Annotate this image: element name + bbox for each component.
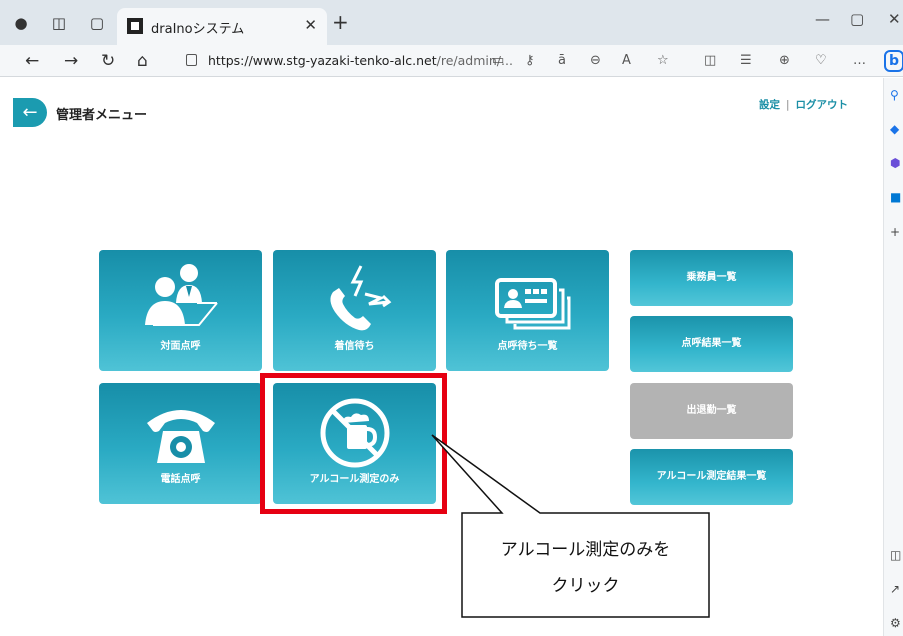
callout-balloon	[431, 434, 710, 618]
callout-line-1: アルコール測定のみを	[500, 540, 671, 560]
screen: ● ◫ ▢ draInoシステム ✕ + — ▢ ✕ ← → ↻ ⌂ https…	[0, 0, 903, 636]
callout-line-2: クリック	[551, 576, 620, 596]
